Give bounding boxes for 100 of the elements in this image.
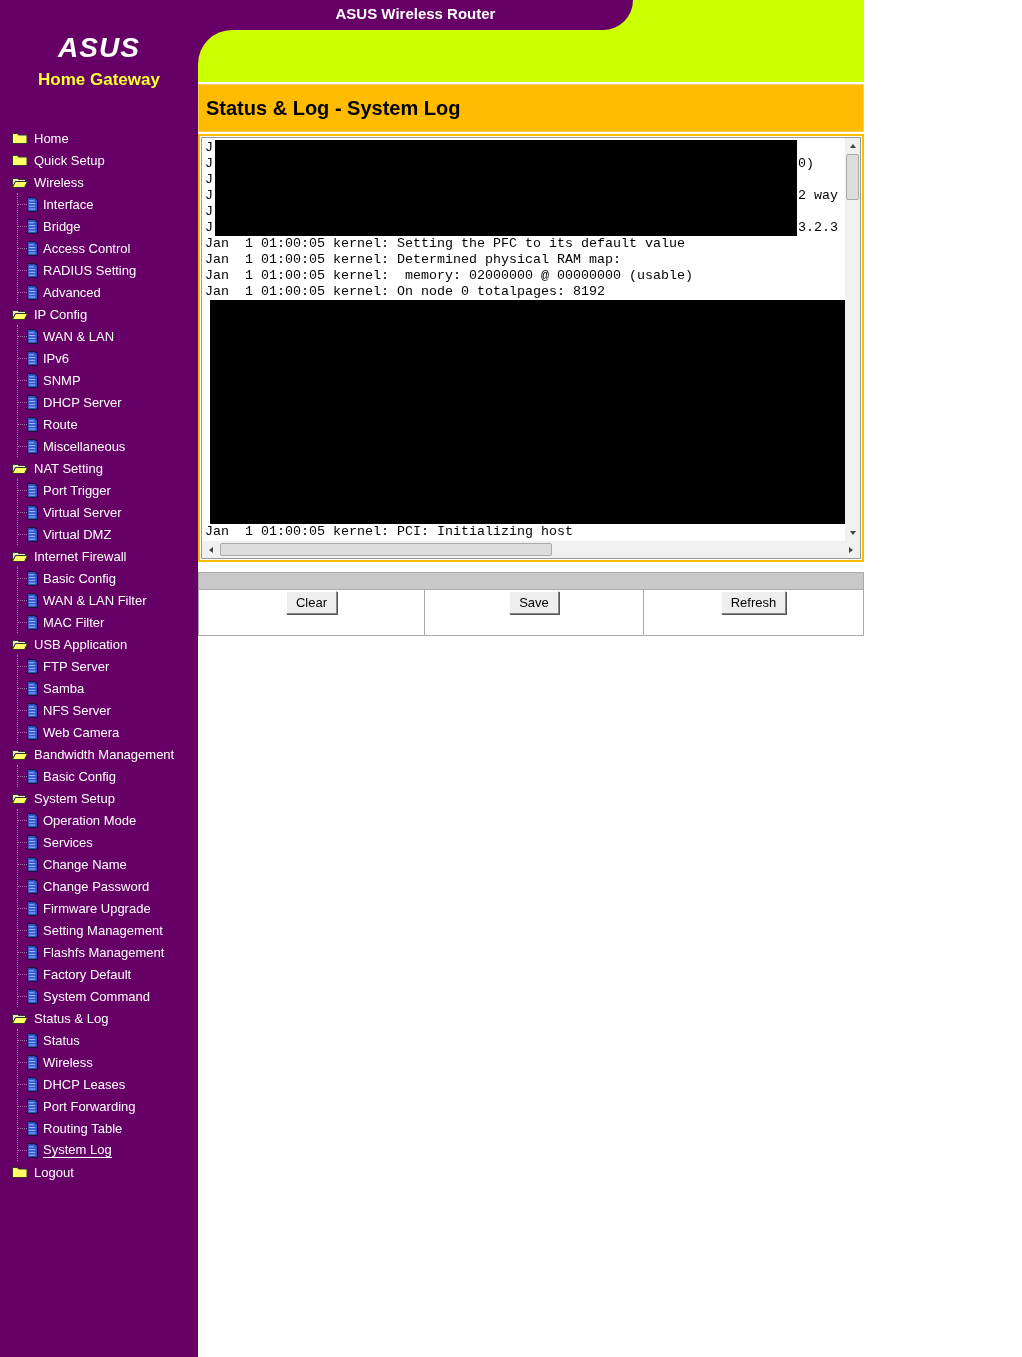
- nav-item[interactable]: DHCP Leases: [43, 1076, 126, 1092]
- nav-item[interactable]: Port Forwarding: [43, 1098, 136, 1114]
- nav-item[interactable]: Access Control: [43, 240, 131, 256]
- action-button[interactable]: Save: [509, 591, 559, 614]
- document-icon: [27, 988, 38, 1004]
- document-icon: [27, 878, 38, 894]
- nav-item[interactable]: Services: [43, 834, 93, 850]
- document-icon: [27, 922, 38, 938]
- open-folder-icon: [12, 176, 28, 188]
- folder-icon: [12, 154, 28, 166]
- nav-item[interactable]: WAN & LAN Filter: [43, 592, 147, 608]
- nav-item[interactable]: System Setup: [34, 790, 115, 806]
- nav-item[interactable]: IPv6: [43, 350, 69, 366]
- document-icon: [27, 416, 38, 432]
- nav-item[interactable]: Miscellaneous: [43, 438, 126, 454]
- nav-item[interactable]: Virtual DMZ: [43, 526, 112, 542]
- document-icon: [27, 570, 38, 586]
- document-icon: [27, 724, 38, 740]
- nav-item[interactable]: Port Trigger: [43, 482, 111, 498]
- folder-icon: [12, 132, 28, 144]
- nav-item[interactable]: RADIUS Setting: [43, 262, 137, 278]
- log-line: Jan 1 01:00:05 kernel: PCI: Initializing host: [205, 524, 573, 540]
- log-line: Jan 1 01:00:05 kernel: Setting the PFC to its default value: [205, 236, 685, 252]
- nav-item[interactable]: Route: [43, 416, 78, 432]
- document-icon: [27, 658, 38, 674]
- nav-item[interactable]: Bridge: [43, 218, 81, 234]
- document-icon: [27, 526, 38, 542]
- nav-item[interactable]: Samba: [43, 680, 85, 696]
- log-line: J: [205, 172, 213, 188]
- document-icon: [27, 702, 38, 718]
- nav-item[interactable]: NFS Server: [43, 702, 111, 718]
- nav-item[interactable]: Advanced: [43, 284, 101, 300]
- nav-item[interactable]: Logout: [34, 1164, 74, 1180]
- nav-item[interactable]: Firmware Upgrade: [43, 900, 151, 916]
- action-button[interactable]: Clear: [285, 591, 338, 614]
- document-icon: [27, 284, 38, 300]
- log-line: J: [205, 188, 213, 204]
- nav-item[interactable]: Change Password: [43, 878, 150, 894]
- brand-logo: ASUS: [58, 33, 140, 63]
- scroll-thumb[interactable]: [846, 154, 859, 200]
- nav-item[interactable]: Routing Table: [43, 1120, 123, 1136]
- horizontal-scrollbar[interactable]: [202, 541, 860, 558]
- nav-item[interactable]: Flashfs Management: [43, 944, 165, 960]
- nav-item[interactable]: Basic Config: [43, 768, 116, 784]
- nav-item[interactable]: WAN & LAN: [43, 328, 115, 344]
- nav-item[interactable]: Virtual Server: [43, 504, 122, 520]
- document-icon: [27, 1032, 38, 1048]
- nav-item[interactable]: Web Camera: [43, 724, 120, 740]
- nav-item[interactable]: Wireless: [43, 1054, 93, 1070]
- document-icon: [27, 812, 38, 828]
- nav-item[interactable]: Status & Log: [34, 1010, 109, 1026]
- document-icon: [27, 680, 38, 696]
- nav-item[interactable]: FTP Server: [43, 658, 110, 674]
- document-icon: [27, 900, 38, 916]
- document-icon: [27, 768, 38, 784]
- document-icon: [27, 504, 38, 520]
- nav-item[interactable]: System Command: [43, 988, 150, 1004]
- nav-item[interactable]: DHCP Server: [43, 394, 122, 410]
- nav-item[interactable]: Interface: [43, 196, 94, 212]
- scroll-right-icon: [848, 545, 854, 554]
- nav-item[interactable]: Change Name: [43, 856, 127, 872]
- document-icon: [27, 394, 38, 410]
- scroll-thumb[interactable]: [220, 543, 552, 556]
- nav-item[interactable]: Quick Setup: [34, 152, 105, 168]
- nav-item[interactable]: MAC Filter: [43, 614, 105, 630]
- open-folder-icon: [12, 1012, 28, 1024]
- log-line: Jan 1 01:00:05 kernel: memory: 02000000 @ 00000000 (usable): [205, 268, 693, 284]
- log-line: 3.2.3: [798, 220, 838, 236]
- nav-item[interactable]: System Log: [43, 1142, 112, 1158]
- nav-item[interactable]: Operation Mode: [43, 812, 137, 828]
- nav-item[interactable]: Basic Config: [43, 570, 116, 586]
- nav-item[interactable]: Factory Default: [43, 966, 132, 982]
- nav-item[interactable]: Internet Firewall: [34, 548, 127, 564]
- document-icon: [27, 328, 38, 344]
- log-line: J: [205, 156, 213, 172]
- nav-item[interactable]: SNMP: [43, 372, 81, 388]
- nav-item[interactable]: Setting Management: [43, 922, 163, 938]
- document-icon: [27, 944, 38, 960]
- header-title: ASUS Wireless Router: [335, 4, 496, 22]
- nav-item[interactable]: IP Config: [34, 306, 88, 322]
- scroll-left-icon: [208, 545, 214, 554]
- nav-item[interactable]: Status: [43, 1032, 80, 1048]
- document-icon: [27, 1120, 38, 1136]
- nav-item[interactable]: Bandwidth Management: [34, 746, 175, 762]
- document-icon: [27, 856, 38, 872]
- document-icon: [27, 196, 38, 212]
- document-icon: [27, 438, 38, 454]
- open-folder-icon: [12, 308, 28, 320]
- nav-item[interactable]: Wireless: [34, 174, 84, 190]
- open-folder-icon: [12, 550, 28, 562]
- nav-item[interactable]: NAT Setting: [34, 460, 103, 476]
- action-button[interactable]: Refresh: [720, 591, 787, 614]
- nav-item[interactable]: Home: [34, 130, 69, 146]
- document-icon: [27, 966, 38, 982]
- document-icon: [27, 1054, 38, 1070]
- log-viewer[interactable]: [201, 137, 861, 559]
- folder-icon: [12, 1166, 28, 1178]
- open-folder-icon: [12, 792, 28, 804]
- vertical-scrollbar[interactable]: [845, 138, 860, 541]
- nav-item[interactable]: USB Application: [34, 636, 128, 652]
